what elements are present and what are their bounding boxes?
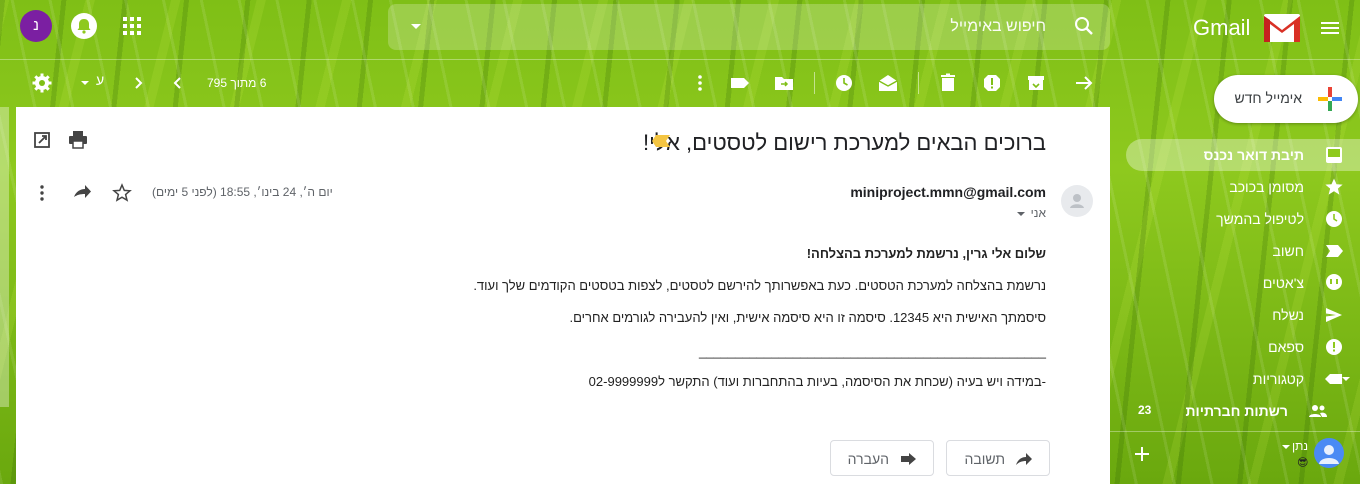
compose-button[interactable]: אימייל חדש	[1214, 75, 1358, 123]
sidebar-item-categories[interactable]: קטגוריות	[1126, 363, 1360, 395]
sender-email[interactable]: miniproject.mmn@gmail.com	[850, 184, 1046, 200]
pagination-count: 6 מתוך 795	[207, 76, 267, 90]
clock-icon	[1324, 209, 1344, 229]
label-tag-icon[interactable]	[729, 72, 751, 94]
search-icon[interactable]	[1072, 14, 1096, 38]
sidebar-divider	[1110, 431, 1360, 432]
toolbar-divider	[918, 72, 919, 94]
reply-arrow-icon	[1015, 451, 1033, 467]
snooze-clock-icon[interactable]	[833, 72, 855, 94]
sidebar-item-label: חשוב	[1272, 243, 1304, 259]
reply-arrow-icon[interactable]	[72, 183, 92, 203]
search-options-dropdown-icon[interactable]	[408, 18, 424, 34]
inbox-icon	[1324, 145, 1344, 165]
print-icon[interactable]	[68, 131, 88, 149]
sidebar-item-spam[interactable]: ספאם	[1126, 331, 1360, 363]
sidebar-item-starred[interactable]: מסומן בכוכב	[1126, 171, 1360, 203]
scrollbar[interactable]	[0, 107, 9, 407]
settings-gear-icon[interactable]	[31, 72, 53, 94]
sidebar-item-label: תיבת דואר נכנס	[1203, 147, 1304, 163]
header-divider	[0, 59, 1360, 60]
sidebar-item-social[interactable]: רשתות חברתיות 23	[1126, 395, 1360, 427]
move-to-icon[interactable]	[773, 72, 795, 94]
more-vertical-icon[interactable]	[32, 183, 52, 203]
delete-icon[interactable]	[937, 72, 959, 94]
star-outline-icon[interactable]	[112, 183, 132, 203]
forward-label: העברה	[847, 451, 889, 467]
email-view: ברוכים הבאים למערכת רישום לטסטים, אלי! m…	[16, 107, 1110, 484]
compose-label: אימייל חדש	[1234, 90, 1302, 106]
search-bar[interactable]	[388, 4, 1110, 50]
email-body-paragraph: -במידה ויש בעיה (שכחת את הסיסמה, בעיות ב…	[588, 374, 1046, 389]
importance-marker-icon[interactable]	[652, 135, 670, 147]
hangouts-status-emoji: 😎	[1297, 457, 1309, 469]
sidebar-item-label: רשתות חברתיות	[1185, 403, 1288, 419]
older-chevron-icon[interactable]	[127, 72, 149, 94]
sender-avatar[interactable]	[1061, 185, 1093, 217]
sidebar-item-chats[interactable]: צ'אטים	[1126, 267, 1360, 299]
sidebar-item-label: ספאם	[1268, 339, 1304, 355]
important-icon	[1324, 241, 1344, 261]
send-icon	[1324, 305, 1344, 325]
sidebar-item-important[interactable]: חשוב	[1126, 235, 1360, 267]
sidebar-item-label: קטגוריות	[1252, 371, 1304, 387]
star-icon	[1324, 177, 1344, 197]
more-vertical-icon[interactable]	[689, 72, 711, 94]
add-plus-icon[interactable]	[1134, 446, 1150, 462]
email-body-paragraph: נרשמת בהצלחה למערכת הטסטים. כעת באפשרותך…	[473, 278, 1046, 293]
newer-chevron-icon[interactable]	[167, 72, 189, 94]
recipient-details-dropdown-icon[interactable]	[1016, 210, 1026, 218]
input-tools-button[interactable]: ע	[96, 72, 104, 88]
email-date: יום ה׳, 24 בינו׳, 18:55 (לפני 5 ימים)	[152, 185, 333, 199]
input-tools-dropdown-icon[interactable]	[74, 72, 96, 94]
hangouts-user-name[interactable]: נתן	[1292, 439, 1308, 453]
apps-grid-icon[interactable]	[121, 15, 143, 37]
sidebar-item-label: מסומן בכוכב	[1229, 179, 1304, 195]
unread-count-badge: 23	[1138, 403, 1152, 417]
email-subject: ברוכים הבאים למערכת רישום לטסטים, אלי!	[643, 130, 1046, 155]
reply-button[interactable]: תשובה	[946, 440, 1050, 476]
sidebar-item-sent[interactable]: נשלח	[1126, 299, 1360, 331]
report-spam-icon[interactable]	[981, 72, 1003, 94]
search-input[interactable]	[526, 16, 1046, 38]
sidebar-item-inbox[interactable]: תיבת דואר נכנס	[1126, 139, 1360, 171]
notifications-bell-icon[interactable]	[71, 13, 97, 39]
chat-icon	[1324, 273, 1344, 293]
sidebar-item-label: לטיפול בהמשך	[1216, 211, 1304, 227]
app-name[interactable]: Gmail	[1193, 15, 1250, 41]
people-icon	[1308, 401, 1328, 421]
hangouts-avatar[interactable]	[1314, 438, 1344, 468]
email-body-greeting: שלום אלי גרין, נרשמת למערכת בהצלחה!	[806, 246, 1046, 261]
email-body-separator: ________________________________________…	[698, 344, 1046, 359]
expand-arrow-icon[interactable]	[1341, 374, 1351, 384]
archive-icon[interactable]	[1025, 72, 1047, 94]
gmail-logo-icon[interactable]	[1264, 14, 1300, 42]
recipient-label: אני	[1030, 206, 1046, 220]
reply-label: תשובה	[964, 451, 1006, 467]
forward-button[interactable]: העברה	[830, 440, 934, 476]
sidebar-item-snoozed[interactable]: לטיפול בהמשך	[1126, 203, 1360, 235]
email-body-paragraph: סיסמתך האישית היא 12345. סיסמה זו היא סי…	[569, 310, 1047, 325]
open-new-window-icon[interactable]	[33, 131, 51, 149]
account-avatar[interactable]: נ	[20, 10, 52, 42]
sidebar-item-label: צ'אטים	[1262, 275, 1304, 291]
toolbar-divider	[814, 72, 815, 94]
sidebar-item-label: נשלח	[1272, 307, 1304, 323]
compose-plus-icon	[1318, 87, 1342, 111]
mark-unread-icon[interactable]	[877, 72, 899, 94]
hangouts-dropdown-icon[interactable]	[1282, 443, 1290, 451]
main-menu-icon[interactable]	[1316, 14, 1344, 42]
back-arrow-icon[interactable]	[1073, 72, 1095, 94]
spam-icon	[1324, 337, 1344, 357]
forward-arrow-icon	[899, 451, 917, 467]
